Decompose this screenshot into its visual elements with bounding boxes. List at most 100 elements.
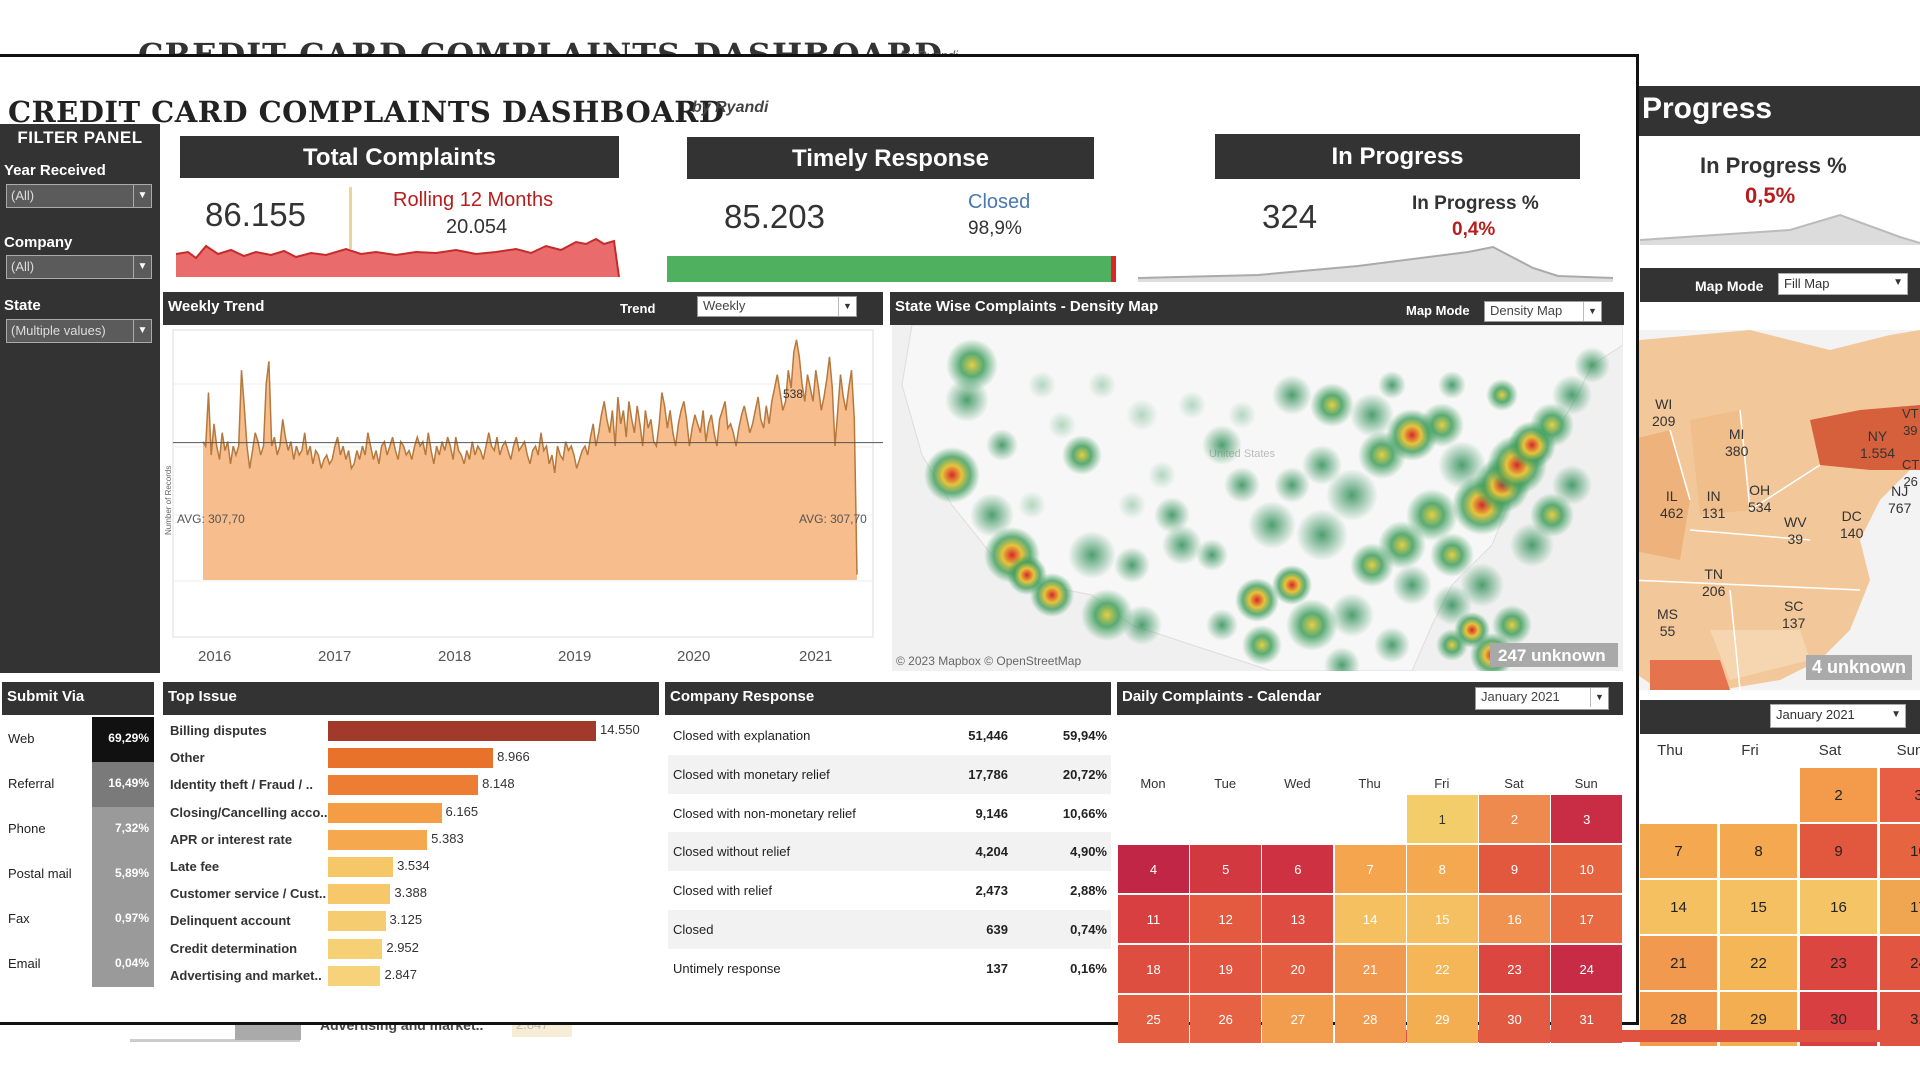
calendar-day-cell[interactable]: 19 [1190, 945, 1262, 993]
heat-spot [1420, 403, 1464, 447]
heat-spot [1378, 371, 1406, 399]
state-dropdown[interactable]: (Multiple values) ▼ [6, 319, 152, 343]
background-state-abbr: NY [1867, 428, 1888, 444]
top-issue-row[interactable]: Identity theft / Fraud / .. 8.148 [164, 771, 659, 798]
calendar-day-cell[interactable]: 23 [1479, 945, 1550, 993]
calendar-day-cell[interactable]: 8 [1406, 845, 1478, 893]
heat-spot [1242, 625, 1282, 665]
company-dropdown[interactable]: (All) ▼ [6, 255, 152, 279]
heat-spot [1378, 521, 1426, 569]
top-issue-row[interactable]: Other 8.966 [164, 744, 659, 771]
company-response-row[interactable]: Closed with relief 2,473 2,88% [668, 871, 1111, 911]
top-issue-row[interactable]: Delinquent account 3.125 [164, 907, 659, 934]
calendar-day-cell[interactable]: 12 [1190, 895, 1262, 943]
top-issue-row[interactable]: Advertising and market.. 2.847 [164, 962, 659, 989]
calendar-day-cell[interactable]: 26 [1190, 995, 1262, 1043]
density-map[interactable]: United States 247 unknown © 2023 Mapbox … [892, 325, 1623, 671]
weekday-label: Wed [1284, 776, 1311, 791]
map-mode-dropdown[interactable]: Density Map ▼ [1484, 301, 1602, 322]
calendar-day-cell[interactable]: 9 [1479, 845, 1550, 893]
calendar-day-cell[interactable]: 17 [1551, 895, 1623, 943]
submit-via-header: Submit Via [2, 682, 154, 715]
calendar-day-cell[interactable]: 25 [1118, 995, 1189, 1043]
heat-spot [1062, 435, 1102, 475]
heat-spot [1118, 491, 1146, 519]
calendar-day-cell[interactable]: 5 [1190, 845, 1262, 893]
top-issue-label: APR or interest rate [170, 831, 293, 847]
top-issue-bar [328, 802, 442, 823]
background-calendar-cell: 23 [1800, 936, 1877, 990]
top-issue-row[interactable]: Customer service / Cust.. 3.388 [164, 880, 659, 907]
heat-spot [1206, 609, 1238, 641]
background-calendar-cell: 21 [1640, 936, 1717, 990]
top-issue-bar [328, 938, 383, 959]
map-mode-value: Density Map [1490, 303, 1563, 318]
company-response-row[interactable]: Closed without relief 4,204 4,90% [668, 832, 1111, 872]
calendar-day-cell[interactable]: 18 [1118, 945, 1189, 993]
calendar-day-cell[interactable]: 29 [1406, 995, 1478, 1043]
calendar-day-cell[interactable]: 7 [1334, 845, 1406, 893]
top-issue-value: 14.550 [600, 722, 640, 737]
x-tick: 2019 [558, 648, 591, 665]
top-issue-row[interactable]: Late fee 3.534 [164, 853, 659, 880]
in-progress-sparkline [1138, 245, 1614, 282]
calendar-day-cell[interactable]: 4 [1118, 845, 1189, 893]
company-response-row[interactable]: Closed with monetary relief 17,786 20,72% [668, 754, 1111, 794]
calendar-day-cell[interactable]: 6 [1262, 845, 1334, 893]
state-label: State [4, 297, 41, 314]
company-response-row[interactable]: Untimely response 137 0,16% [668, 948, 1111, 988]
company-response-row[interactable]: Closed with explanation 51,446 59,94% [668, 716, 1111, 755]
background-calendar-cell: 8 [1720, 824, 1797, 878]
response-count: 9,146 [975, 805, 1008, 821]
calendar-day-cell[interactable]: 1 [1406, 795, 1478, 843]
calendar-day-cell[interactable]: 30 [1479, 995, 1550, 1043]
calendar-day-cell[interactable]: 13 [1262, 895, 1334, 943]
top-issue-value: 2.952 [386, 939, 419, 955]
calendar-day-cell[interactable]: 27 [1262, 995, 1334, 1043]
background-state-value: 140 [1840, 525, 1864, 541]
calendar-day-cell[interactable]: 2 [1479, 795, 1550, 843]
heat-spot [1374, 627, 1410, 663]
calendar-day-cell[interactable]: 15 [1406, 895, 1478, 943]
top-issue-row[interactable]: APR or interest rate 5.383 [164, 826, 659, 853]
company-response-row[interactable]: Closed 639 0,74% [668, 910, 1111, 949]
company-response-row[interactable]: Closed with non-monetary relief 9,146 10,6… [668, 793, 1111, 833]
heat-spot [1228, 401, 1256, 429]
background-unknown-badge: 4 unknown [1806, 655, 1912, 680]
total-complaints-value: 86.155 [205, 196, 306, 233]
company-label: Company [4, 234, 73, 251]
calendar-day-cell[interactable]: 16 [1479, 895, 1550, 943]
top-issue-row[interactable]: Closing/Cancelling acco.. 6.165 [164, 799, 659, 826]
top-issue-row[interactable]: Billing disputes 14.550 [164, 717, 659, 744]
background-state-abbr: TN [1704, 566, 1724, 582]
heat-spot [1330, 593, 1374, 637]
background-map-mode-dropdown: Fill Map ▼ [1778, 273, 1908, 295]
background-state-abbr: WV [1784, 514, 1807, 530]
calendar-day-cell[interactable]: 10 [1551, 845, 1623, 893]
response-count: 4,204 [975, 844, 1008, 860]
response-percent: 20,72% [1062, 766, 1107, 782]
calendar-day-cell[interactable]: 28 [1334, 995, 1406, 1043]
calendar-day-cell[interactable]: 22 [1406, 945, 1478, 993]
top-issue-header: Top Issue [163, 682, 659, 715]
month-dropdown[interactable]: January 2021 ▼ [1475, 687, 1609, 710]
year-received-dropdown[interactable]: (All) ▼ [6, 184, 152, 208]
heat-spot [1030, 573, 1074, 617]
background-calendar-cell: 24 [1880, 936, 1920, 990]
chevron-down-icon: ▼ [838, 297, 856, 316]
top-issue-row[interactable]: Credit determination 2.952 [164, 935, 659, 962]
calendar-day-cell[interactable]: 11 [1118, 895, 1189, 943]
calendar-day-cell[interactable]: 21 [1334, 945, 1406, 993]
calendar-day-cell[interactable]: 3 [1551, 795, 1623, 843]
trend-value: Weekly [703, 298, 746, 313]
calendar-day-cell[interactable]: 24 [1551, 945, 1623, 993]
background-state-abbr: SC [1783, 598, 1804, 614]
calendar-day-cell[interactable]: 20 [1262, 945, 1334, 993]
x-tick: 2020 [677, 648, 710, 665]
background-weekday: Thu [1657, 742, 1683, 759]
calendar-day-cell[interactable]: 31 [1551, 995, 1623, 1043]
trend-dropdown[interactable]: Weekly ▼ [697, 296, 857, 317]
heat-spot [1460, 563, 1504, 607]
map-attribution: © 2023 Mapbox © OpenStreetMap [896, 654, 1081, 668]
calendar-day-cell[interactable]: 14 [1334, 895, 1406, 943]
